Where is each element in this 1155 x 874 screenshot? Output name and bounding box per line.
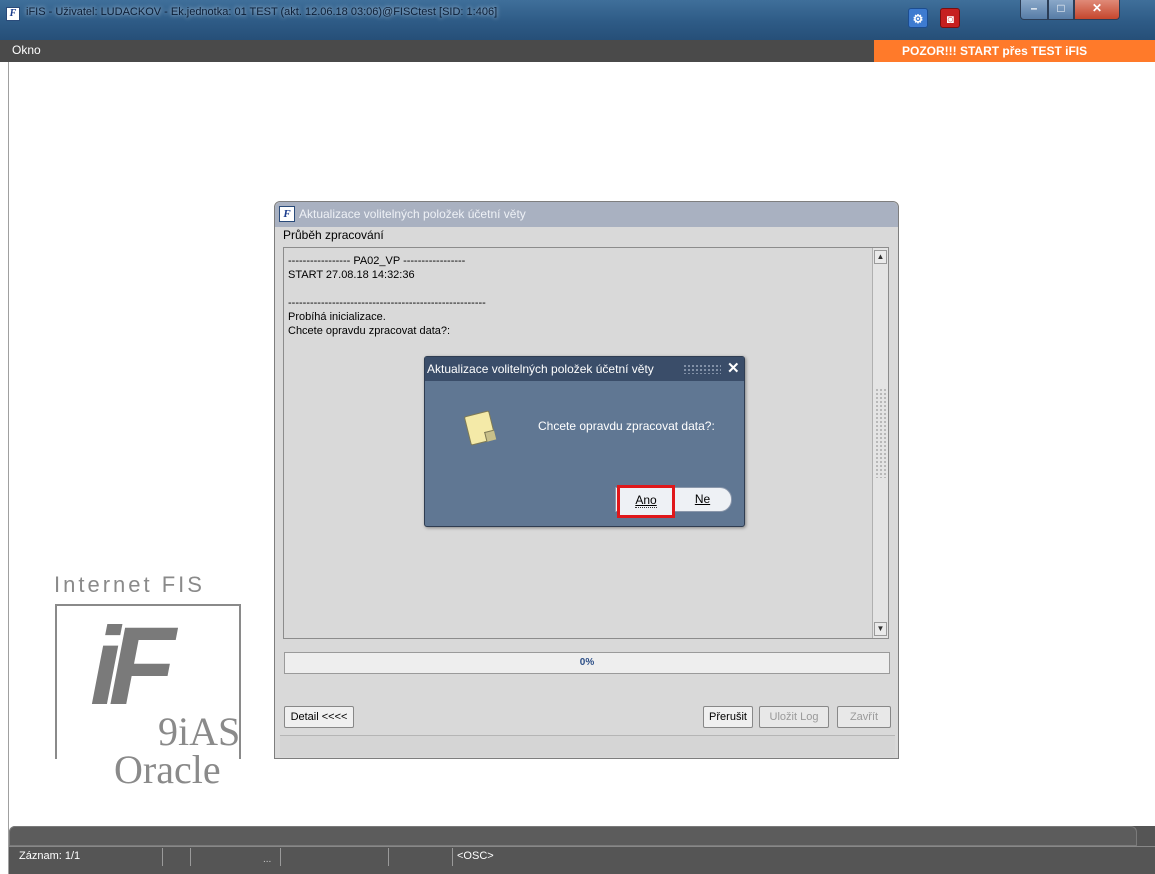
- test-warning-banner: POZOR!!! START přes TEST iFIS: [874, 40, 1155, 62]
- section-label: Průběh zpracování: [283, 228, 384, 242]
- window-frame: [0, 62, 9, 874]
- no-button[interactable]: Ne: [680, 492, 725, 506]
- logo-mark: iF: [90, 605, 176, 728]
- scroll-up-icon[interactable]: ▲: [874, 250, 887, 264]
- title-toolbar: ⚙ ◙: [908, 8, 969, 28]
- record-indicator: Záznam: 1/1: [15, 848, 163, 866]
- close-button[interactable]: Zavřít: [837, 706, 891, 728]
- dialog-title-bar[interactable]: F Aktualizace volitelných položek účetní…: [275, 202, 898, 227]
- progress-label: 0%: [579, 657, 595, 668]
- status-dots: ...: [263, 854, 272, 865]
- dialog-status-strip: [280, 735, 895, 757]
- interrupt-button[interactable]: Přerušit: [703, 706, 753, 728]
- status-cell: [163, 848, 191, 866]
- confirm-dialog: Aktualizace volitelných položek účetní v…: [424, 356, 745, 527]
- scroll-down-icon[interactable]: ▼: [874, 622, 887, 636]
- window-title: iFIS - Uživatel: LUDACKOV - Ek.jednotka:…: [26, 6, 498, 18]
- ifis-logo: Internet FIS iF 9iAS Oracle: [50, 572, 280, 812]
- note-icon: [463, 410, 497, 446]
- status-cell: [281, 848, 389, 866]
- menu-okno[interactable]: Okno: [12, 43, 41, 57]
- no-label: Ne: [694, 492, 711, 506]
- logo-title: Internet FIS: [54, 572, 205, 597]
- confirm-title-bar[interactable]: Aktualizace volitelných položek účetní v…: [425, 357, 744, 381]
- status-cell: [389, 848, 453, 866]
- yes-label: Ano: [635, 493, 657, 508]
- logo-9ias: 9iAS: [158, 709, 241, 754]
- status-bar: Záznam: 1/1 ... <OSC>: [9, 826, 1155, 874]
- confirm-message: Chcete opravdu zpracovat data?:: [538, 419, 715, 433]
- menu-bar: Okno POZOR!!! START přes TEST iFIS: [0, 40, 1155, 62]
- close-icon[interactable]: ✕: [727, 359, 740, 377]
- mode-indicator: <OSC>: [457, 850, 494, 862]
- rss-icon[interactable]: ◙: [940, 8, 961, 28]
- confirm-title: Aktualizace volitelných položek účetní v…: [427, 362, 654, 376]
- yes-button[interactable]: Ano: [617, 485, 675, 518]
- app-icon[interactable]: F: [6, 7, 20, 21]
- dialog-app-icon: F: [279, 206, 295, 222]
- settings-icon[interactable]: ⚙: [908, 8, 928, 28]
- close-window-button[interactable]: ✕: [1074, 0, 1120, 20]
- log-text: ----------------- PA02_VP --------------…: [288, 255, 486, 337]
- save-log-button[interactable]: Uložit Log: [759, 706, 829, 728]
- logo-oracle: Oracle: [114, 747, 221, 792]
- window-title-bar: F iFIS - Uživatel: LUDACKOV - Ek.jednotk…: [0, 0, 1155, 40]
- minimize-button[interactable]: –: [1020, 0, 1048, 20]
- detail-button[interactable]: Detail <<<<: [284, 706, 354, 728]
- drag-grip-icon[interactable]: [683, 364, 721, 374]
- status-bar-top: [9, 826, 1137, 846]
- dialog-title: Aktualizace volitelných položek účetní v…: [299, 207, 526, 221]
- progress-bar: 0%: [284, 652, 890, 674]
- scroll-thumb[interactable]: [875, 388, 886, 478]
- maximize-button[interactable]: □: [1048, 0, 1074, 20]
- log-scrollbar[interactable]: ▲ ▼: [872, 248, 888, 638]
